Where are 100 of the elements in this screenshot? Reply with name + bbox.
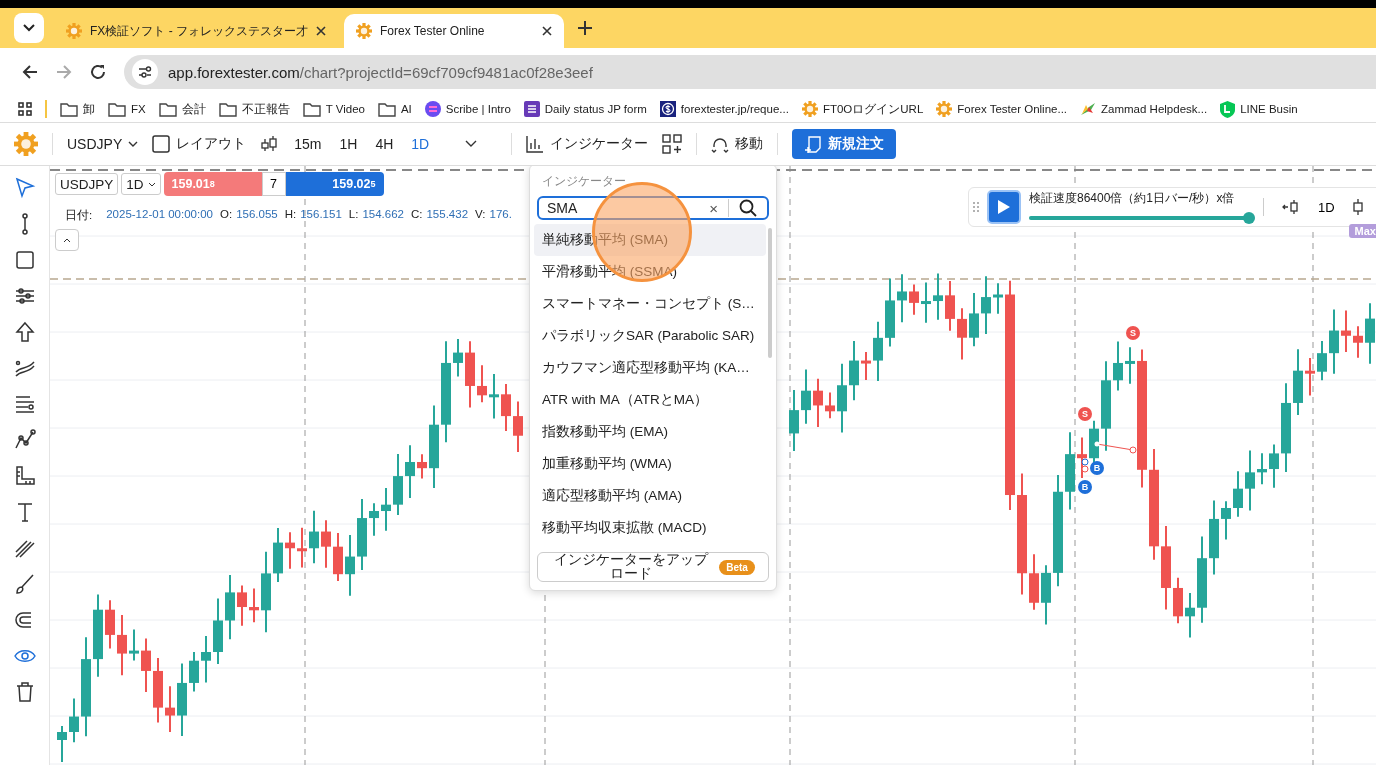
max-badge: Max (1348, 224, 1376, 238)
ohlc-value: 156.055 (236, 208, 278, 222)
apps-icon[interactable] (18, 102, 32, 116)
buy-marker: B (1090, 461, 1104, 475)
timeframe-button[interactable]: 4H (373, 136, 396, 152)
step-back-icon[interactable] (1282, 198, 1300, 216)
buy-marker: B (1078, 480, 1092, 494)
bookmark[interactable]: 不正報告 (218, 101, 290, 117)
move-button[interactable]: 移動 (711, 133, 764, 155)
back-icon[interactable] (22, 64, 38, 80)
close-icon[interactable] (316, 26, 326, 36)
bookmark[interactable]: 卸 (60, 101, 95, 117)
date-value: 2025-12-01 00:00:00 (106, 208, 213, 222)
bookmark[interactable]: 会計 (158, 101, 206, 117)
swirl-icon (424, 101, 441, 117)
coin-icon (66, 23, 82, 39)
clear-button[interactable]: × (699, 199, 728, 217)
bookmark[interactable]: Scribe | Intro (424, 101, 511, 117)
bookmark[interactable]: Forex Tester Online... (936, 101, 1068, 117)
folder-icon (377, 101, 396, 117)
candle-icon[interactable] (1352, 198, 1363, 216)
bookmark[interactable]: FT0OログインURL (801, 101, 924, 117)
indicator-item[interactable]: カウフマン適応型移動平均 (KA… (534, 352, 766, 384)
indicator-item[interactable]: 加重移動平均 (WMA) (534, 448, 766, 480)
ohlc-label: O: (220, 208, 233, 222)
bird-icon (1080, 101, 1097, 117)
new-tab-icon[interactable] (578, 21, 592, 35)
close-icon[interactable] (542, 26, 552, 36)
bookmark[interactable]: T Video (302, 101, 365, 117)
add-widget-icon[interactable] (662, 134, 683, 154)
chevron-down-icon (147, 181, 156, 187)
ohlc-value: 176. (489, 208, 512, 222)
url-text: app.forextester.com/chart?projectId=69cf709cf9481ac0f28e3eef (168, 63, 593, 81)
bookmark[interactable]: LINE Busin (1220, 100, 1298, 118)
reload-icon[interactable] (90, 64, 106, 80)
upload-indicator-button[interactable]: インジケーターをアップロード Beta (537, 552, 769, 582)
indicator-item[interactable]: スマートマネー・コンセプト (S… (534, 288, 766, 320)
timeframe-dropdown[interactable]: 1D (121, 173, 161, 195)
ohlc-label: C: (410, 208, 423, 222)
coin-icon (801, 101, 818, 117)
sell-marker: S (1126, 326, 1140, 340)
new-order-button[interactable]: 新規注文 (792, 129, 897, 159)
logo-icon (14, 132, 38, 156)
chevron-up-icon (63, 237, 71, 243)
indicators-button[interactable]: インジケーター (526, 133, 649, 155)
ohlc-label: L: (348, 208, 359, 222)
browser-tab[interactable]: FX検証ソフト - フォレックステスター才 (54, 14, 338, 48)
play-button[interactable] (987, 190, 1021, 224)
ohlc-value: 155.432 (426, 208, 469, 222)
indicator-item[interactable]: 適応型移動平均 (AMA) (534, 480, 766, 512)
tab-list-button[interactable] (14, 13, 44, 43)
search-field[interactable]: SMA × (537, 196, 769, 220)
address-bar[interactable]: app.forextester.com/chart?projectId=69cf709cf9481ac0f28e3eef (124, 55, 1376, 89)
chevron-down-icon (128, 141, 139, 147)
candlestick-icon[interactable] (260, 135, 279, 153)
form-icon (523, 101, 540, 117)
layout-button[interactable]: レイアウト (152, 133, 247, 155)
folder-icon (218, 101, 237, 117)
folder-icon (60, 101, 78, 117)
indicator-item[interactable]: 移動平均収束拡散 (MACD) (534, 512, 766, 544)
indicator-item[interactable]: パラボリックSAR (Parabolic SAR) (534, 320, 766, 352)
symbol-selector[interactable]: USDJPY (67, 134, 139, 154)
timeframe-button[interactable]: 1D (1308, 199, 1345, 215)
popup-title: インジケーター (541, 173, 627, 190)
ohlc-label: V: (475, 208, 486, 222)
folder-icon (302, 101, 321, 117)
tab-title: Forex Tester Online (380, 24, 486, 38)
timeframe-button[interactable]: 1H (337, 136, 360, 152)
spread-value: 7 (261, 172, 286, 196)
date-label: 日付: (65, 208, 93, 223)
chevron-down-icon (23, 24, 35, 32)
symbol-chip[interactable]: USDJPY (55, 173, 119, 195)
speed-slider[interactable] (1029, 212, 1255, 224)
bookmark[interactable]: AI (377, 101, 412, 117)
speed-label: 検証速度86400倍（約1日バー/秒）x倍 (1029, 190, 1236, 207)
shield-icon (1220, 100, 1236, 118)
browser-tab[interactable]: Forex Tester Online (344, 14, 564, 48)
indicator-item[interactable]: ATR with MA（ATRとMA） (534, 384, 766, 416)
checkbox-icon (152, 135, 171, 153)
site-settings-icon[interactable] (138, 65, 152, 79)
timeframe-button[interactable]: 1D (409, 136, 432, 152)
bookmark[interactable]: FX (108, 101, 146, 117)
sell-marker: S (1078, 407, 1092, 421)
search-icon[interactable] (739, 199, 757, 217)
beta-badge: Beta (719, 559, 755, 575)
play-icon (997, 199, 1011, 215)
bar-chart-icon (526, 135, 545, 153)
indicator-item[interactable]: 指数移動平均 (EMA) (534, 416, 766, 448)
coin-icon (356, 23, 372, 39)
timeframe-button[interactable]: 15m (292, 136, 324, 152)
note-plus-icon (804, 135, 823, 153)
tab-title: FX検証ソフト - フォレックステスター才 (90, 22, 308, 40)
chevron-down-icon[interactable] (465, 140, 478, 148)
ohlc-value: 154.662 (362, 208, 404, 222)
bookmark[interactable]: Zammad Helpdesk... (1080, 101, 1208, 117)
ohlc-label: H: (284, 208, 297, 222)
drag-handle-icon[interactable] (973, 201, 979, 213)
dollar-icon (659, 101, 676, 117)
bookmark[interactable]: Daily status JP form (523, 101, 647, 117)
bookmark[interactable]: forextester.jp/reque... (659, 101, 789, 117)
